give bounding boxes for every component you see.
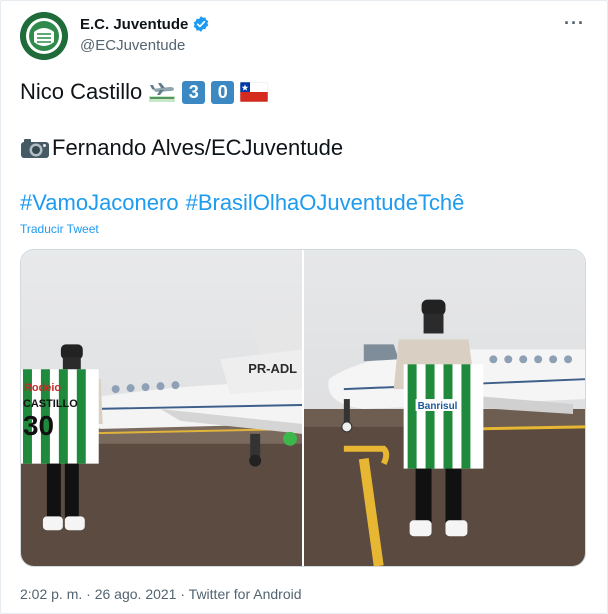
photo-player-jet-left: PR-ADL Rodeio CASTILLO 30 <box>21 250 302 566</box>
airplane-arriving-icon <box>149 83 176 102</box>
media-grid: PR-ADL Rodeio CASTILLO 30 Banrisul <box>20 249 586 567</box>
tweet-line-2: Fernando Alves/ECJuventude <box>20 135 343 161</box>
photo-player-jet-right: Banrisul <box>304 250 585 566</box>
svg-text:PR-ADL: PR-ADL <box>248 361 297 376</box>
more-options-icon[interactable]: ··· <box>564 14 585 32</box>
tweet-source[interactable]: Twitter for Android <box>189 586 302 602</box>
avatar[interactable] <box>20 12 68 60</box>
club-crest-icon <box>20 12 68 60</box>
keycap-3-icon: 3 <box>182 80 206 104</box>
tweet-line-1: Nico Castillo 3 0 <box>20 79 269 105</box>
tweet-card: E.C. Juventude @ECJuventude ··· Nico Cas… <box>0 0 608 614</box>
photo-1[interactable]: PR-ADL Rodeio CASTILLO 30 <box>21 250 302 566</box>
svg-text:Rodeio: Rodeio <box>24 382 61 394</box>
hashtags: #VamoJaconero #BrasilOlhaOJuventudeTchê <box>20 190 464 216</box>
camera-icon <box>21 139 49 158</box>
hashtag-link[interactable]: #BrasilOlhaOJuventudeTchê <box>186 190 465 216</box>
svg-text:Banrisul: Banrisul <box>418 401 458 412</box>
svg-text:CASTILLO: CASTILLO <box>23 398 78 410</box>
hashtag-link[interactable]: #VamoJaconero <box>20 190 179 216</box>
tweet-metadata: 2:02 p. m. · 26 ago. 2021 · Twitter for … <box>20 586 302 602</box>
author-display-name[interactable]: E.C. Juventude <box>80 16 188 33</box>
meta-separator: · <box>180 586 186 602</box>
player-name-text: Nico Castillo <box>20 79 143 104</box>
chile-flag-icon <box>240 82 269 102</box>
verified-badge-icon <box>194 16 209 32</box>
tweet-time[interactable]: 2:02 p. m. <box>20 586 82 602</box>
photo-2[interactable]: Banrisul <box>304 250 585 566</box>
photo-credit-text: Fernando Alves/ECJuventude <box>52 135 344 160</box>
meta-separator: · <box>86 586 91 602</box>
tweet-date[interactable]: 26 ago. 2021 <box>95 586 177 602</box>
keycap-0-icon: 0 <box>211 80 235 104</box>
svg-text:30: 30 <box>23 410 54 441</box>
translate-tweet-link[interactable]: Traducir Tweet <box>20 222 99 236</box>
author-handle[interactable]: @ECJuventude <box>80 37 185 54</box>
